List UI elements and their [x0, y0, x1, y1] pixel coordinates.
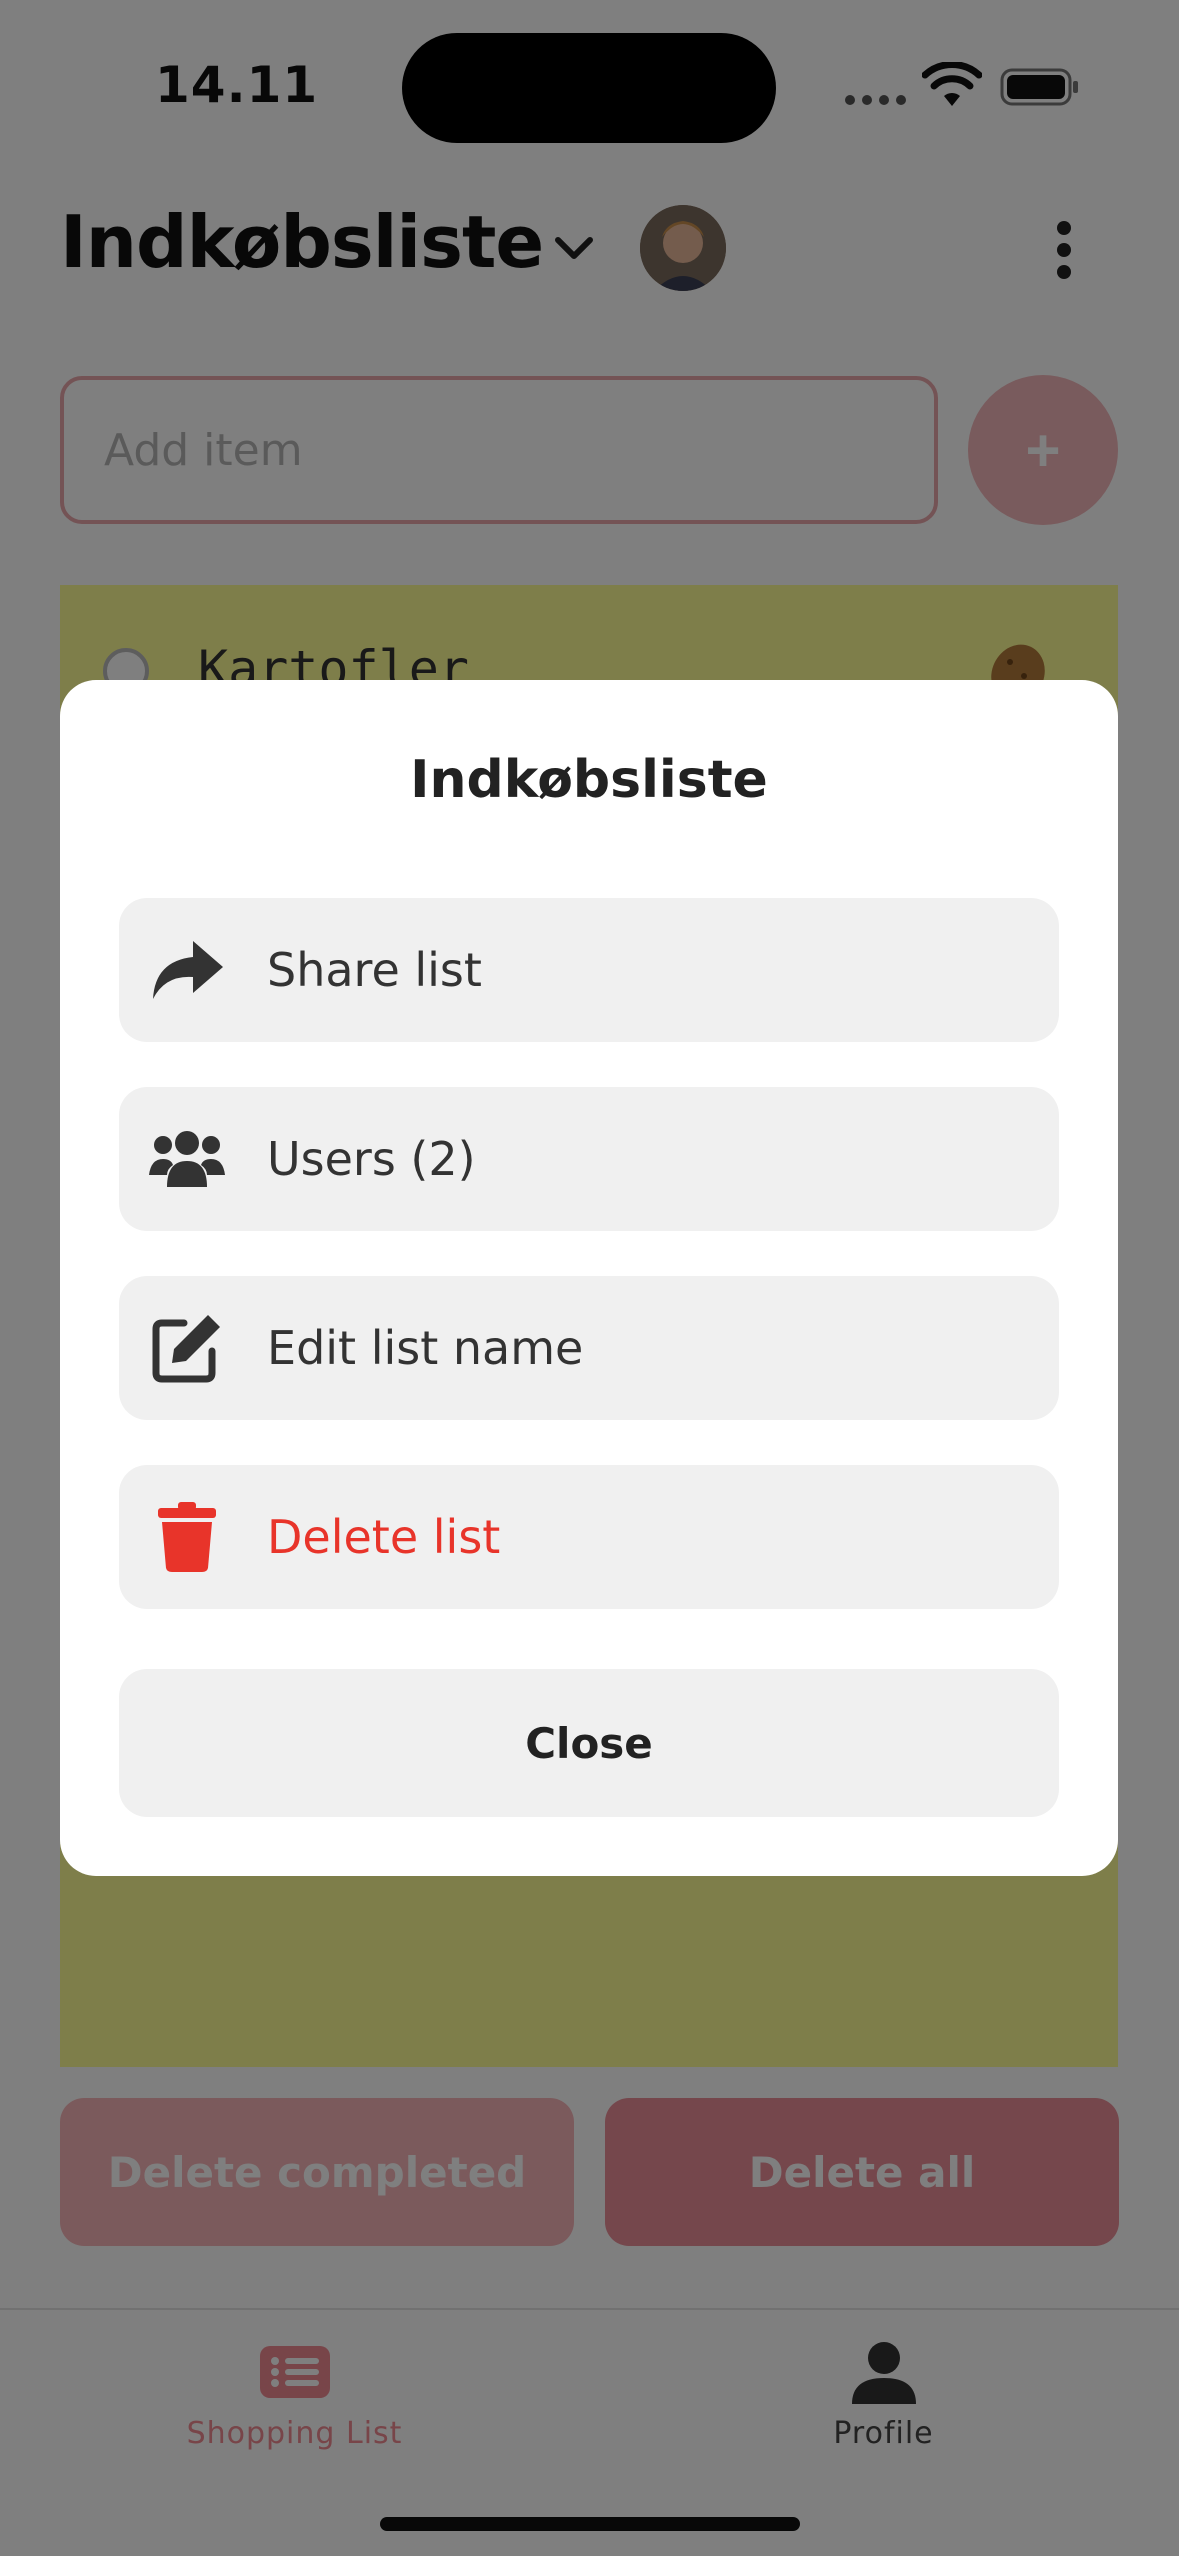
menu-item-label: Users (2) [267, 1132, 476, 1186]
share-icon [153, 941, 223, 999]
modal-title: Indkøbsliste [410, 750, 768, 810]
users-button[interactable]: Users (2) [119, 1087, 1059, 1231]
share-list-button[interactable]: Share list [119, 898, 1059, 1042]
menu-item-label: Delete list [267, 1510, 501, 1564]
edit-list-name-button[interactable]: Edit list name [119, 1276, 1059, 1420]
delete-list-button[interactable]: Delete list [119, 1465, 1059, 1609]
edit-icon [152, 1315, 220, 1383]
users-icon [149, 1131, 225, 1187]
close-button[interactable]: Close [119, 1669, 1059, 1817]
trash-icon [158, 1502, 216, 1572]
menu-item-label: Edit list name [267, 1321, 584, 1375]
menu-item-label: Share list [267, 943, 482, 997]
list-options-modal: Indkøbsliste Share list Users (2) Edit l… [60, 680, 1118, 1876]
